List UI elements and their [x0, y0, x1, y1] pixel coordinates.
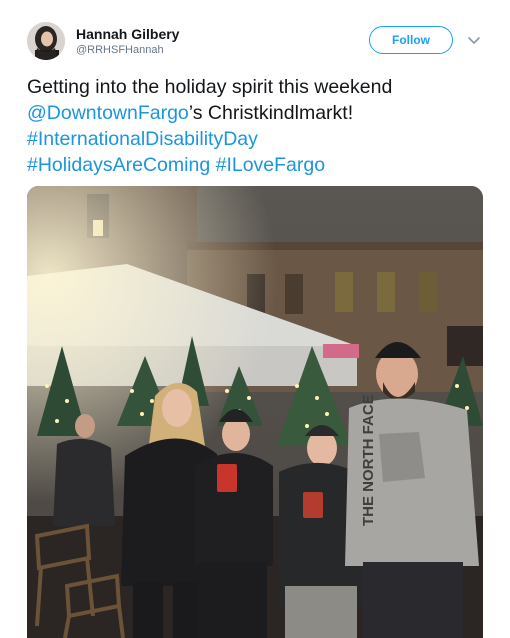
tweet-photo[interactable]: THE NORTH FACE — [27, 186, 483, 638]
tweet-card: Hannah Gilbery @RRHSFHannah Follow Getti… — [0, 0, 510, 638]
hashtag-link[interactable]: #InternationalDisabilityDay — [27, 128, 258, 150]
avatar-image — [27, 22, 65, 60]
hashtag-link[interactable]: #HolidaysAreComing — [27, 154, 210, 176]
follow-button[interactable]: Follow — [369, 26, 453, 54]
tweet-text: Getting into the holiday spirit this wee… — [27, 74, 487, 178]
tweet-text-line: @DowntownFargo’s Christkindlmarkt! — [27, 100, 487, 126]
hashtag-link[interactable]: #ILoveFargo — [216, 154, 326, 176]
mention-suffix: ’s Christkindlmarkt! — [188, 102, 354, 124]
photo-scene: THE NORTH FACE — [27, 186, 483, 638]
tweet-text-line: #InternationalDisabilityDay — [27, 126, 487, 152]
tweet-text-line: Getting into the holiday spirit this wee… — [27, 76, 393, 98]
author-handle[interactable]: @RRHSFHannah — [76, 44, 164, 56]
tweet-text-line: #HolidaysAreComing #ILoveFargo — [27, 152, 487, 178]
tweet-header: Hannah Gilbery @RRHSFHannah Follow — [27, 22, 482, 64]
chevron-down-icon[interactable] — [467, 36, 481, 46]
author-name[interactable]: Hannah Gilbery — [76, 26, 179, 42]
shirt-logo-text: THE NORTH FACE — [360, 394, 377, 526]
mention-link[interactable]: @DowntownFargo — [27, 102, 189, 124]
avatar[interactable] — [27, 22, 65, 60]
